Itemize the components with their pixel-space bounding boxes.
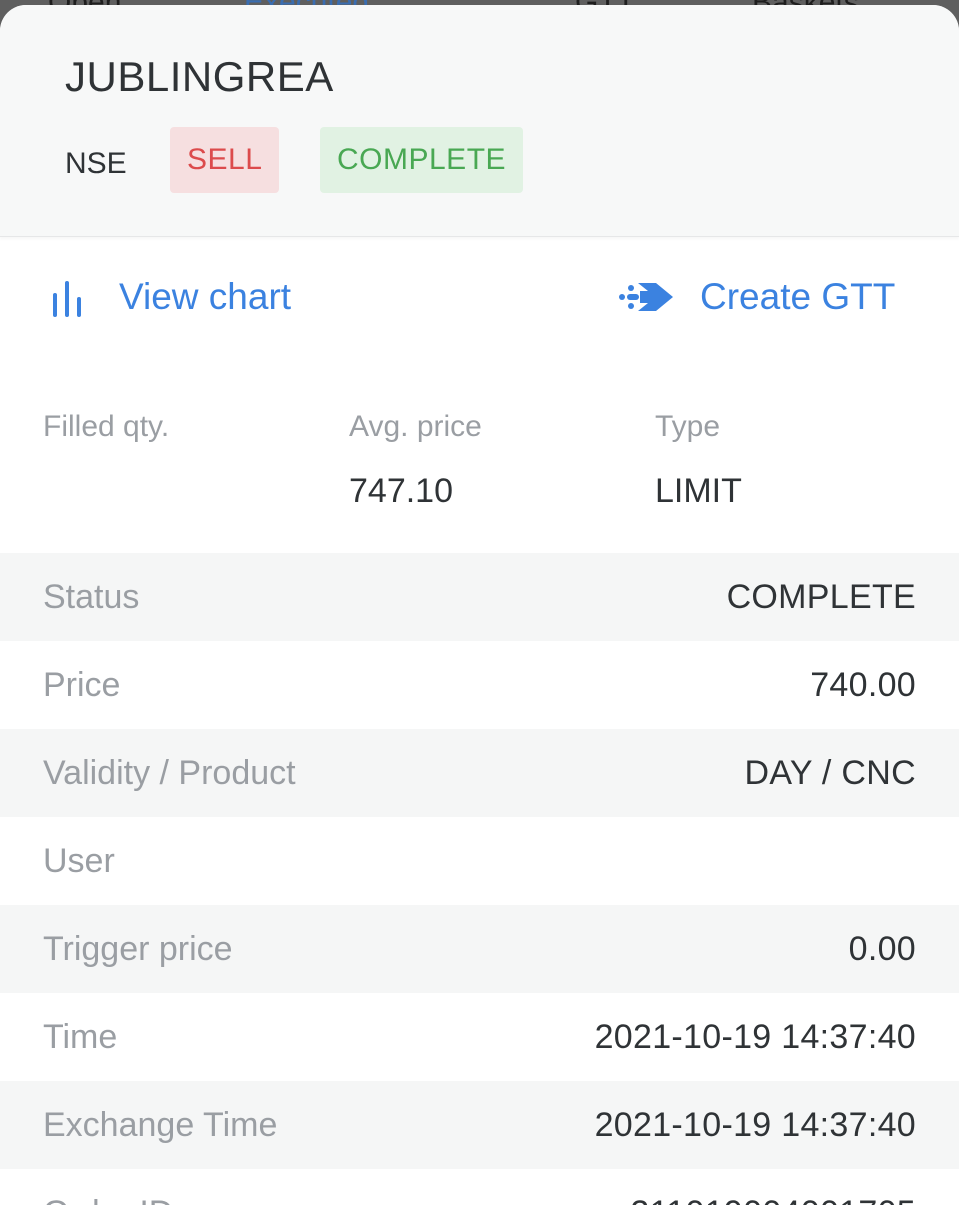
detail-row-time: Time 2021-10-19 14:37:40 bbox=[0, 993, 959, 1081]
stat-avg-price: Avg. price 747.10 bbox=[349, 410, 482, 512]
detail-row-validity-product: Validity / Product DAY / CNC bbox=[0, 729, 959, 817]
view-chart-label: View chart bbox=[119, 276, 291, 318]
stat-label: Type bbox=[655, 410, 742, 444]
detail-label: Status bbox=[43, 578, 139, 617]
stat-type: Type LIMIT bbox=[655, 410, 742, 512]
detail-label: Validity / Product bbox=[43, 754, 296, 793]
create-gtt-label: Create GTT bbox=[700, 276, 895, 318]
detail-label: Exchange Time bbox=[43, 1106, 277, 1145]
detail-value: COMPLETE bbox=[727, 578, 916, 617]
stat-value: LIMIT bbox=[655, 472, 742, 512]
stat-label: Avg. price bbox=[349, 410, 482, 444]
detail-value: 2021-10-19 14:37:40 bbox=[595, 1106, 916, 1145]
gtt-arrow-icon bbox=[618, 277, 676, 317]
view-chart-button[interactable]: View chart bbox=[50, 267, 291, 327]
detail-row-exchange-time: Exchange Time 2021-10-19 14:37:40 bbox=[0, 1081, 959, 1169]
bar-chart-icon bbox=[50, 275, 84, 319]
stat-label: Filled qty. bbox=[43, 410, 169, 444]
stat-value bbox=[43, 472, 169, 512]
detail-value: DAY / CNC bbox=[745, 754, 916, 793]
stat-value: 747.10 bbox=[349, 472, 482, 512]
status-badge: COMPLETE bbox=[320, 127, 523, 193]
detail-value: 0.00 bbox=[849, 930, 916, 969]
detail-label: Order ID bbox=[43, 1194, 173, 1205]
detail-label: Trigger price bbox=[43, 930, 233, 969]
detail-row-price: Price 740.00 bbox=[0, 641, 959, 729]
detail-value: 740.00 bbox=[810, 666, 916, 705]
order-details-sheet: JUBLINGREA NSE SELL COMPLETE View chart … bbox=[0, 5, 959, 1205]
stat-filled-qty: Filled qty. bbox=[43, 410, 169, 512]
detail-label: Price bbox=[43, 666, 120, 705]
order-header: JUBLINGREA NSE SELL COMPLETE bbox=[0, 5, 959, 237]
create-gtt-button[interactable]: Create GTT bbox=[618, 267, 895, 327]
detail-row-status: Status COMPLETE bbox=[0, 553, 959, 641]
detail-label: Time bbox=[43, 1018, 117, 1057]
detail-label: User bbox=[43, 842, 115, 881]
detail-row-trigger-price: Trigger price 0.00 bbox=[0, 905, 959, 993]
order-details-list: Status COMPLETE Price 740.00 Validity / … bbox=[0, 553, 959, 1205]
exchange-label: NSE bbox=[65, 147, 127, 181]
detail-row-user: User bbox=[0, 817, 959, 905]
side-badge: SELL bbox=[170, 127, 279, 193]
detail-value: 211019004001705 bbox=[630, 1194, 916, 1205]
detail-value: 2021-10-19 14:37:40 bbox=[595, 1018, 916, 1057]
order-symbol: JUBLINGREA bbox=[65, 53, 334, 101]
